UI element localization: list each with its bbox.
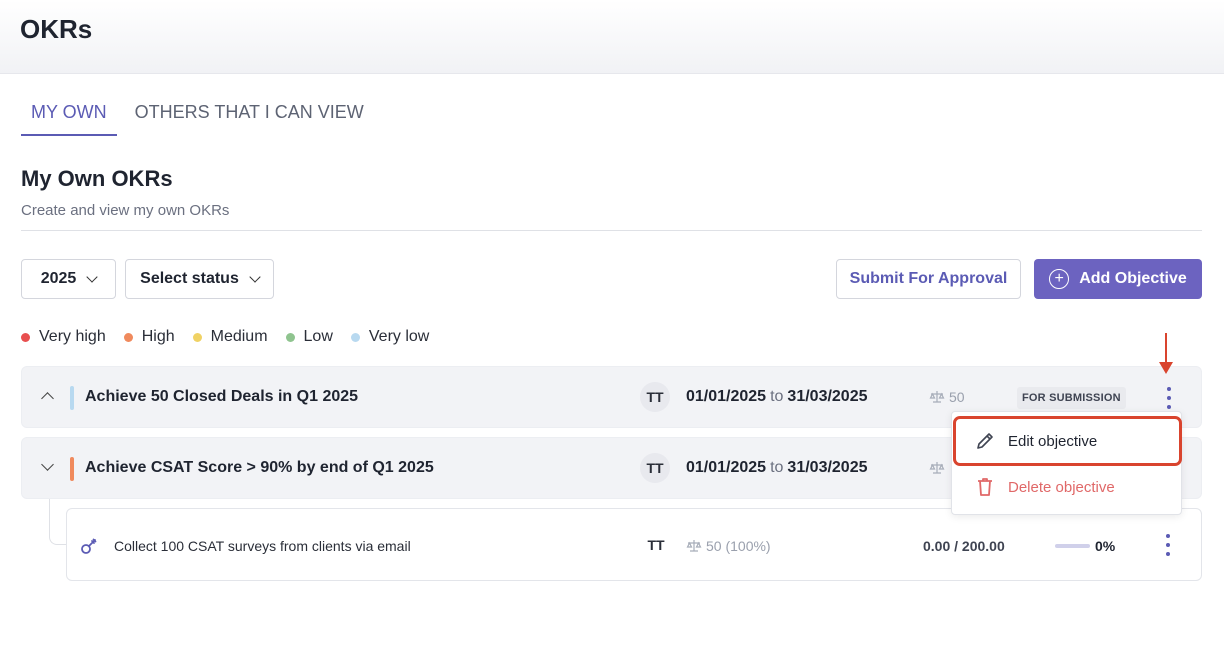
objective-title: Achieve CSAT Score > 90% by end of Q1 20… <box>85 459 434 476</box>
objective-title: Achieve 50 Closed Deals in Q1 2025 <box>85 388 359 405</box>
objective-actions-menu: Edit objective Delete objective <box>951 411 1182 515</box>
status-badge: FOR SUBMISSION <box>1017 387 1126 409</box>
more-options-icon[interactable] <box>1163 387 1175 409</box>
start-date: 01/01/2025 <box>686 388 767 405</box>
end-date: 31/03/2025 <box>787 459 868 476</box>
add-objective-label: Add Objective <box>1079 270 1187 287</box>
owner-avatar: TT <box>640 382 670 412</box>
legend-item-low: Low <box>285 328 333 346</box>
objective-weight <box>929 460 949 476</box>
legend-label: Very high <box>39 328 106 345</box>
edit-objective-menu-item[interactable]: Edit objective <box>952 418 1181 464</box>
tab-bar: MY OWN OTHERS THAT I CAN VIEW <box>21 98 374 138</box>
priority-indicator <box>70 457 74 481</box>
legend-dot <box>123 332 133 342</box>
trash-icon <box>978 478 992 496</box>
annotation-arrow-line <box>1165 333 1167 365</box>
pencil-icon <box>977 433 993 449</box>
scale-icon <box>929 462 945 474</box>
key-result-title: Collect 100 CSAT surveys from clients vi… <box>114 538 411 554</box>
legend-dot <box>21 332 30 342</box>
key-result-row[interactable]: Collect 100 CSAT surveys from clients vi… <box>66 508 1202 581</box>
end-date: 31/03/2025 <box>787 388 868 405</box>
submit-for-approval-button[interactable]: Submit For Approval <box>836 259 1021 299</box>
section-divider <box>21 230 1202 231</box>
legend-item-very-high: Very high <box>21 328 106 346</box>
annotation-arrow-head <box>1159 362 1173 374</box>
legend-dot <box>285 332 295 342</box>
chevron-down-icon[interactable] <box>41 458 54 471</box>
scale-icon <box>929 391 945 403</box>
start-date: 01/01/2025 <box>686 459 767 476</box>
year-select-value: 2025 <box>40 270 77 287</box>
chevron-up-icon[interactable] <box>41 392 54 405</box>
date-separator: to <box>770 388 784 405</box>
progress-bar <box>1055 544 1090 548</box>
page-header: OKRs <box>0 0 1224 74</box>
chevron-down-icon <box>86 270 98 283</box>
date-separator: to <box>770 459 784 476</box>
delete-objective-menu-item[interactable]: Delete objective <box>952 464 1181 510</box>
scale-icon <box>686 540 702 552</box>
status-select[interactable]: Select status <box>125 259 274 299</box>
weight-value: 50 (100%) <box>706 538 771 554</box>
plus-circle-icon: + <box>1049 269 1070 289</box>
legend-item-medium: Medium <box>192 328 268 346</box>
priority-indicator <box>70 386 74 410</box>
key-result-progress-value: 0.00 / 200.00 <box>923 538 1005 554</box>
legend-label: Low <box>303 328 333 345</box>
section-title: My Own OKRs <box>21 166 173 191</box>
delete-objective-label: Delete objective <box>1008 478 1115 496</box>
legend-label: High <box>141 328 175 345</box>
legend-dot <box>192 332 202 342</box>
key-result-weight: 50 (100%) <box>686 538 771 554</box>
legend-label: Very low <box>368 328 430 345</box>
tree-connector <box>49 499 67 545</box>
objective-weight: 50 <box>929 389 965 405</box>
year-select[interactable]: 2025 <box>21 259 116 299</box>
tab-others-that-i-can-view[interactable]: OTHERS THAT I CAN VIEW <box>125 98 374 136</box>
add-objective-button[interactable]: + Add Objective <box>1034 259 1202 299</box>
progress-percent: 0% <box>1095 538 1116 554</box>
status-select-placeholder: Select status <box>140 270 239 287</box>
owner-avatar: TT <box>647 537 665 553</box>
priority-legend: Very high High Medium Low Very low <box>21 328 447 346</box>
page-title: OKRs <box>20 14 93 44</box>
chevron-down-icon <box>249 270 261 283</box>
section-subtitle: Create and view my own OKRs <box>21 202 230 219</box>
key-result-icon <box>81 538 97 554</box>
weight-value: 50 <box>949 389 965 405</box>
objective-date-range: 01/01/2025 to 31/03/2025 <box>686 388 868 406</box>
legend-item-high: High <box>123 328 175 346</box>
tab-my-own[interactable]: MY OWN <box>21 98 117 136</box>
edit-objective-label: Edit objective <box>1008 432 1098 450</box>
legend-dot <box>350 332 360 342</box>
more-options-icon[interactable] <box>1162 534 1174 556</box>
owner-avatar: TT <box>640 453 670 483</box>
objective-date-range: 01/01/2025 to 31/03/2025 <box>686 459 868 477</box>
legend-item-very-low: Very low <box>350 328 430 346</box>
legend-label: Medium <box>210 328 268 345</box>
